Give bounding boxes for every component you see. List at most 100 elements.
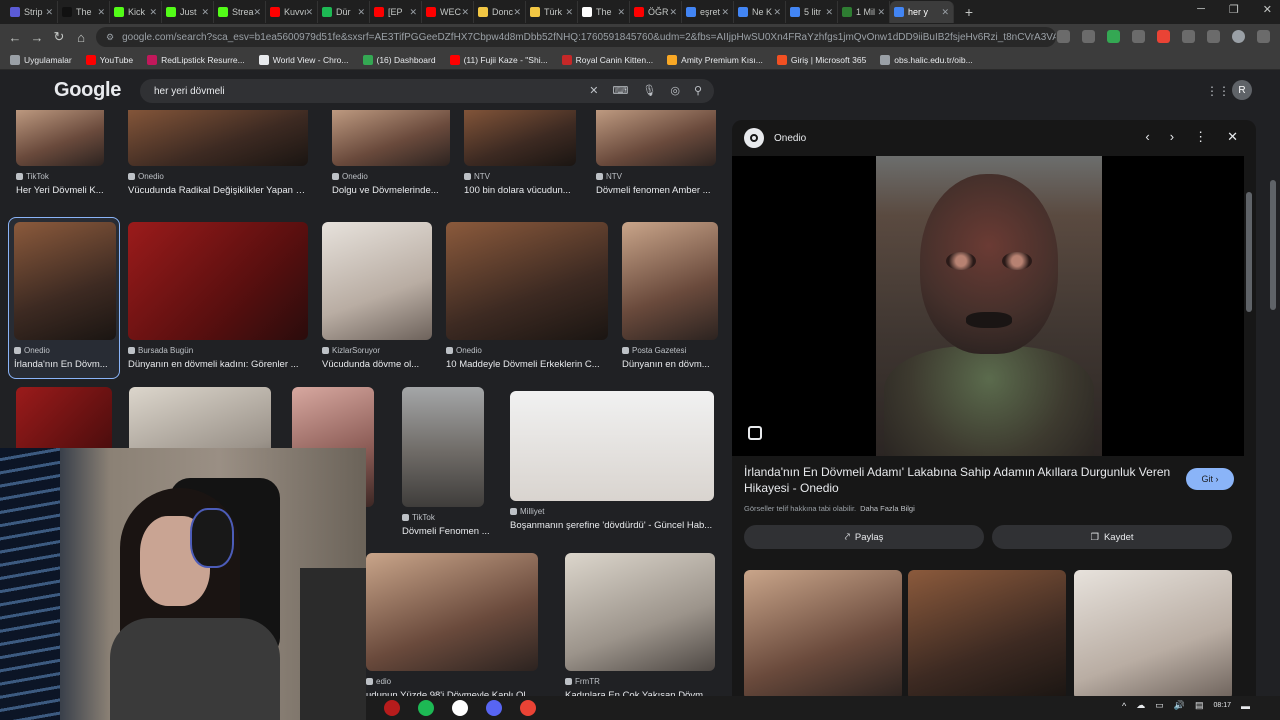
more-options-icon[interactable]: ⋮ [1194, 129, 1207, 145]
apps-grid-icon[interactable]: ⋮⋮ [1206, 84, 1230, 98]
result-thumbnail[interactable] [510, 391, 714, 501]
result-thumbnail[interactable] [128, 110, 308, 166]
browser-tab[interactable]: Strip ✕ [6, 1, 58, 23]
bookmark-star-icon[interactable] [1082, 30, 1095, 43]
bookmark-item[interactable]: World View - Chro... [258, 54, 349, 65]
tray-arrow-icon[interactable]: ^ [1122, 701, 1126, 711]
keyboard-icon[interactable]: ⌨ [612, 84, 628, 97]
bookmark-item[interactable]: Amity Premium Kısı... [667, 54, 763, 65]
viewer-title[interactable]: İrlanda'nın En Dövmeli Adamı' Lakabına S… [744, 464, 1174, 496]
result-caption[interactable]: Dolgu ve Dövmelerinde... [332, 185, 450, 196]
clear-icon[interactable]: ✕ [589, 84, 598, 97]
extension-icon[interactable] [1132, 30, 1145, 43]
search-icon[interactable]: ⚲ [694, 84, 702, 97]
browser-tab[interactable]: The ✕ [578, 1, 630, 23]
tab-close-icon[interactable]: ✕ [721, 7, 729, 18]
viewer-scrollbar[interactable] [1246, 192, 1252, 312]
microphone-icon[interactable]: 🎙 [642, 84, 656, 97]
result-thumbnail[interactable] [446, 222, 608, 340]
result-caption[interactable]: 10 Maddeyle Dövmeli Erkeklerin C... [446, 359, 608, 370]
search-input[interactable]: her yeri dövmeli ✕ ⌨ 🎙 ◎ ⚲ [140, 79, 714, 103]
tab-close-icon[interactable]: ✕ [45, 7, 53, 18]
site-info-icon[interactable]: ⚙ [106, 32, 114, 43]
minimize-icon[interactable]: ─ [1197, 3, 1205, 16]
result-caption[interactable]: Boşanmanın şerefine 'dövdürdü' - Güncel … [510, 520, 714, 531]
result-thumbnail[interactable] [402, 387, 484, 507]
network-icon[interactable]: ☁ [1136, 700, 1145, 711]
page-scrollbar[interactable] [1270, 180, 1276, 310]
close-icon[interactable]: ✕ [1227, 129, 1238, 145]
bookmark-item[interactable]: obs.halic.edu.tr/oib... [880, 54, 973, 65]
visit-button[interactable]: Git › [1186, 468, 1234, 490]
result-thumbnail[interactable] [565, 553, 715, 671]
usb-icon[interactable]: ▭ [1155, 700, 1164, 711]
tab-close-icon[interactable]: ✕ [617, 7, 625, 18]
lens-icon[interactable]: ◎ [670, 84, 680, 97]
tab-close-icon[interactable]: ✕ [461, 7, 469, 18]
previous-icon[interactable]: ‹ [1145, 129, 1149, 145]
discord-icon[interactable] [486, 700, 502, 716]
viewer-source[interactable]: Onedio [774, 133, 806, 144]
back-icon[interactable]: ← [4, 30, 26, 45]
notifications-icon[interactable]: ▬ [1241, 701, 1250, 711]
bookmark-item[interactable]: Uygulamalar [10, 54, 72, 65]
chrome-icon[interactable] [520, 700, 536, 716]
result-caption[interactable]: Vücudunda Radikal Değişiklikler Yapan 2.… [128, 185, 308, 196]
bookmark-item[interactable]: RedLipstick Resurre... [147, 54, 245, 65]
extension-shield-icon[interactable] [1107, 30, 1120, 43]
result-thumbnail[interactable] [464, 110, 576, 166]
browser-tab[interactable]: Kick ✕ [110, 1, 162, 23]
tab-close-icon[interactable]: ✕ [941, 7, 949, 18]
save-button[interactable]: ❐ Kaydet [992, 525, 1232, 549]
result-thumbnail[interactable] [622, 222, 718, 340]
result-caption[interactable]: Dövmeli fenomen Amber ... [596, 185, 716, 196]
extension-puzzle-icon[interactable] [1182, 30, 1195, 43]
result-thumbnail[interactable] [322, 222, 432, 340]
related-image[interactable] [908, 570, 1066, 700]
forward-icon[interactable]: → [26, 30, 48, 45]
bookmark-item[interactable]: Giriş | Microsoft 365 [776, 54, 866, 65]
result-caption[interactable]: Her Yeri Dövmeli K... [16, 185, 126, 196]
bookmark-item[interactable]: (11) Fujii Kaze - "Shi... [449, 54, 548, 65]
result-caption[interactable]: Dünyanın en dövmeli kadını: Görenler ... [128, 359, 308, 370]
browser-tab[interactable]: eşret ✕ [682, 1, 734, 23]
browser-tab[interactable]: Dür ✕ [318, 1, 370, 23]
result-caption[interactable]: Vücudunda dövme ol... [322, 359, 432, 370]
spotify-icon[interactable] [418, 700, 434, 716]
tab-close-icon[interactable]: ✕ [357, 7, 365, 18]
tab-close-icon[interactable]: ✕ [97, 7, 105, 18]
browser-tab[interactable]: WEC ✕ [422, 1, 474, 23]
viewer-main-image[interactable] [876, 156, 1102, 456]
browser-tab[interactable]: The ✕ [58, 1, 110, 23]
lens-search-icon[interactable] [748, 426, 762, 440]
obs-icon[interactable] [452, 700, 468, 716]
related-image[interactable] [1074, 570, 1232, 700]
browser-tab[interactable]: Donc ✕ [474, 1, 526, 23]
result-thumbnail[interactable] [14, 222, 116, 340]
reload-icon[interactable]: ↻ [48, 29, 70, 45]
browser-tab[interactable]: her y ✕ [890, 1, 954, 23]
next-icon[interactable]: › [1170, 129, 1174, 145]
maximize-icon[interactable]: ❐ [1229, 3, 1239, 16]
tab-close-icon[interactable]: ✕ [305, 7, 313, 18]
tab-close-icon[interactable]: ✕ [409, 7, 417, 18]
new-tab-icon[interactable]: + [958, 4, 980, 20]
close-window-icon[interactable]: ✕ [1263, 3, 1272, 16]
tab-close-icon[interactable]: ✕ [201, 7, 209, 18]
browser-tab[interactable]: [EP ✕ [370, 1, 422, 23]
tab-close-icon[interactable]: ✕ [669, 7, 677, 18]
browser-tab[interactable]: ÖĞR ✕ [630, 1, 682, 23]
result-thumbnail[interactable] [366, 553, 538, 671]
clock[interactable]: 08:17 [1213, 702, 1231, 710]
browser-profile-avatar[interactable] [1232, 30, 1245, 43]
tab-close-icon[interactable]: ✕ [149, 7, 157, 18]
browser-tab[interactable]: 1 Mil ✕ [838, 1, 890, 23]
result-caption[interactable]: Dünyanın en dövm... [622, 359, 724, 370]
browser-tab[interactable]: Strea ✕ [214, 1, 266, 23]
bookmark-item[interactable]: Royal Canin Kitten... [561, 54, 653, 65]
address-bar[interactable]: ⚙ google.com/search?sca_esv=b1ea5600979d… [96, 27, 1056, 47]
browser-tab[interactable]: Just ✕ [162, 1, 214, 23]
tab-close-icon[interactable]: ✕ [877, 7, 885, 18]
browser-tab[interactable]: Ne K ✕ [734, 1, 786, 23]
tab-close-icon[interactable]: ✕ [565, 7, 573, 18]
